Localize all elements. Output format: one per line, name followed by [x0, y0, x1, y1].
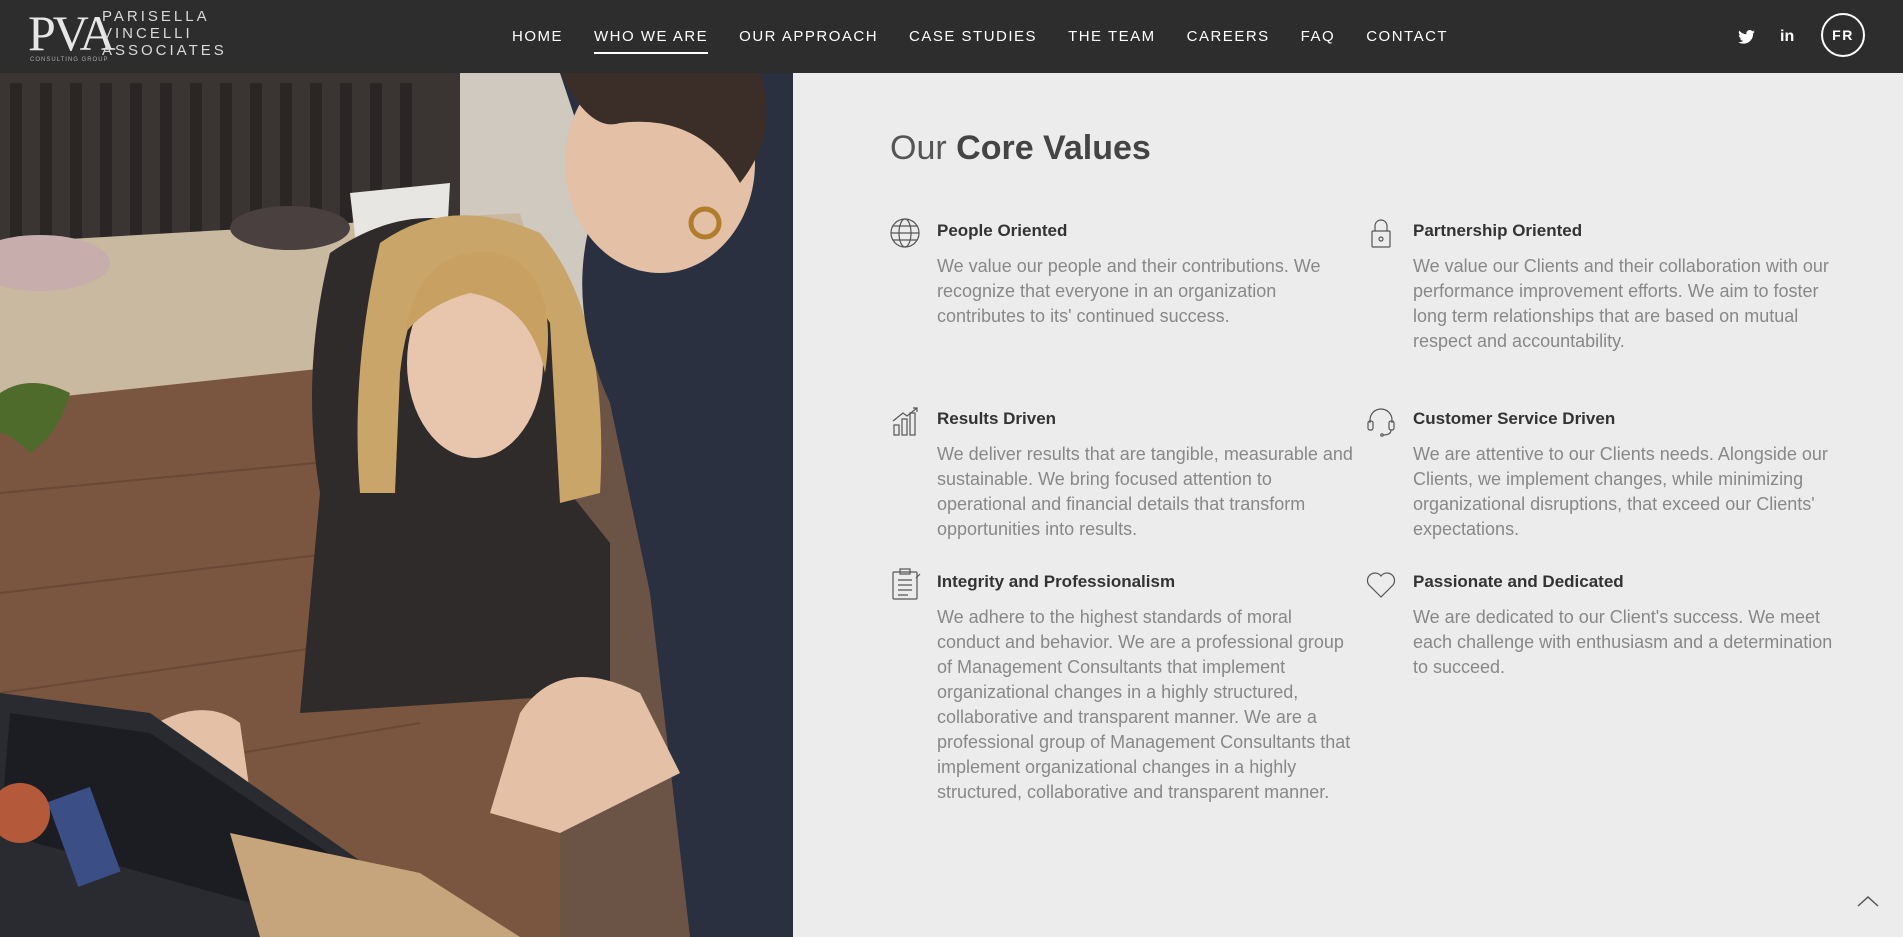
twitter-icon[interactable]: [1738, 0, 1755, 73]
value-people-oriented: People Oriented We value our people and …: [890, 218, 1357, 329]
globe-icon: [889, 217, 921, 249]
logo-word-3: ASSOCIATES: [102, 42, 227, 59]
value-title: Passionate and Dedicated: [1413, 572, 1624, 591]
value-description: We value our people and their contributi…: [937, 256, 1321, 326]
value-title: Integrity and Professionalism: [937, 572, 1176, 591]
language-toggle-button[interactable]: FR: [1821, 13, 1865, 57]
value-description: We value our Clients and their collabora…: [1413, 256, 1829, 351]
value-customer-service-driven: Customer Service Driven We are attentive…: [1367, 408, 1833, 542]
main-nav: HOME WHO WE ARE OUR APPROACH CASE STUDIE…: [512, 0, 1479, 73]
heading-bold: Core Values: [956, 129, 1151, 167]
value-description: We adhere to the highest standards of mo…: [937, 607, 1351, 802]
top-navigation-bar: PVA PARISELLA VINCELLI ASSOCIATES CONSUL…: [0, 0, 1903, 73]
core-values-section: Our Core Values People Oriented We value…: [793, 73, 1903, 937]
nav-our-approach[interactable]: OUR APPROACH: [739, 22, 878, 51]
heart-icon: [1365, 568, 1397, 600]
logo-word-1: PARISELLA: [102, 8, 210, 25]
value-title: Partnership Oriented: [1413, 221, 1583, 240]
logo-wordmark: PARISELLA VINCELLI ASSOCIATES: [102, 8, 227, 59]
heading-light: Our: [890, 129, 947, 167]
logo-subtitle: CONSULTING GROUP: [30, 57, 109, 63]
value-title: Results Driven: [937, 409, 1057, 428]
value-integrity-and-professionalism: Integrity and Professionalism We adhere …: [892, 568, 1357, 805]
nav-the-team[interactable]: THE TEAM: [1068, 22, 1156, 51]
brand-logo[interactable]: PVA PARISELLA VINCELLI ASSOCIATES CONSUL…: [28, 6, 228, 66]
headset-icon: [1365, 405, 1397, 437]
section-heading: Our Core Values: [890, 129, 1151, 168]
nav-careers[interactable]: CAREERS: [1187, 22, 1270, 51]
logo-word-2: VINCELLI: [102, 25, 193, 42]
value-title: Customer Service Driven: [1413, 409, 1616, 428]
nav-home[interactable]: HOME: [512, 22, 563, 51]
value-title: People Oriented: [937, 221, 1068, 240]
clipboard-icon: [889, 568, 921, 600]
bar-chart-icon: [889, 405, 921, 437]
logo-mark: PVA: [28, 5, 116, 61]
scroll-to-top-chevron-icon[interactable]: [1856, 893, 1880, 909]
value-passionate-and-dedicated: Passionate and Dedicated We are dedicate…: [1366, 572, 1833, 680]
nav-contact[interactable]: CONTACT: [1366, 22, 1448, 51]
value-description: We are dedicated to our Client's success…: [1413, 607, 1833, 677]
nav-faq[interactable]: FAQ: [1301, 22, 1336, 51]
lock-icon: [1365, 217, 1397, 249]
value-results-driven: Results Driven We deliver results that a…: [892, 407, 1357, 542]
linkedin-icon[interactable]: in: [1780, 0, 1794, 73]
hero-photo: [0, 73, 793, 937]
value-description: We are attentive to our Clients needs. A…: [1413, 444, 1828, 539]
nav-case-studies[interactable]: CASE STUDIES: [909, 22, 1037, 51]
nav-who-we-are[interactable]: WHO WE ARE: [594, 22, 709, 54]
value-partnership-oriented: Partnership Oriented We value our Client…: [1371, 219, 1833, 354]
value-description: We deliver results that are tangible, me…: [937, 444, 1353, 539]
